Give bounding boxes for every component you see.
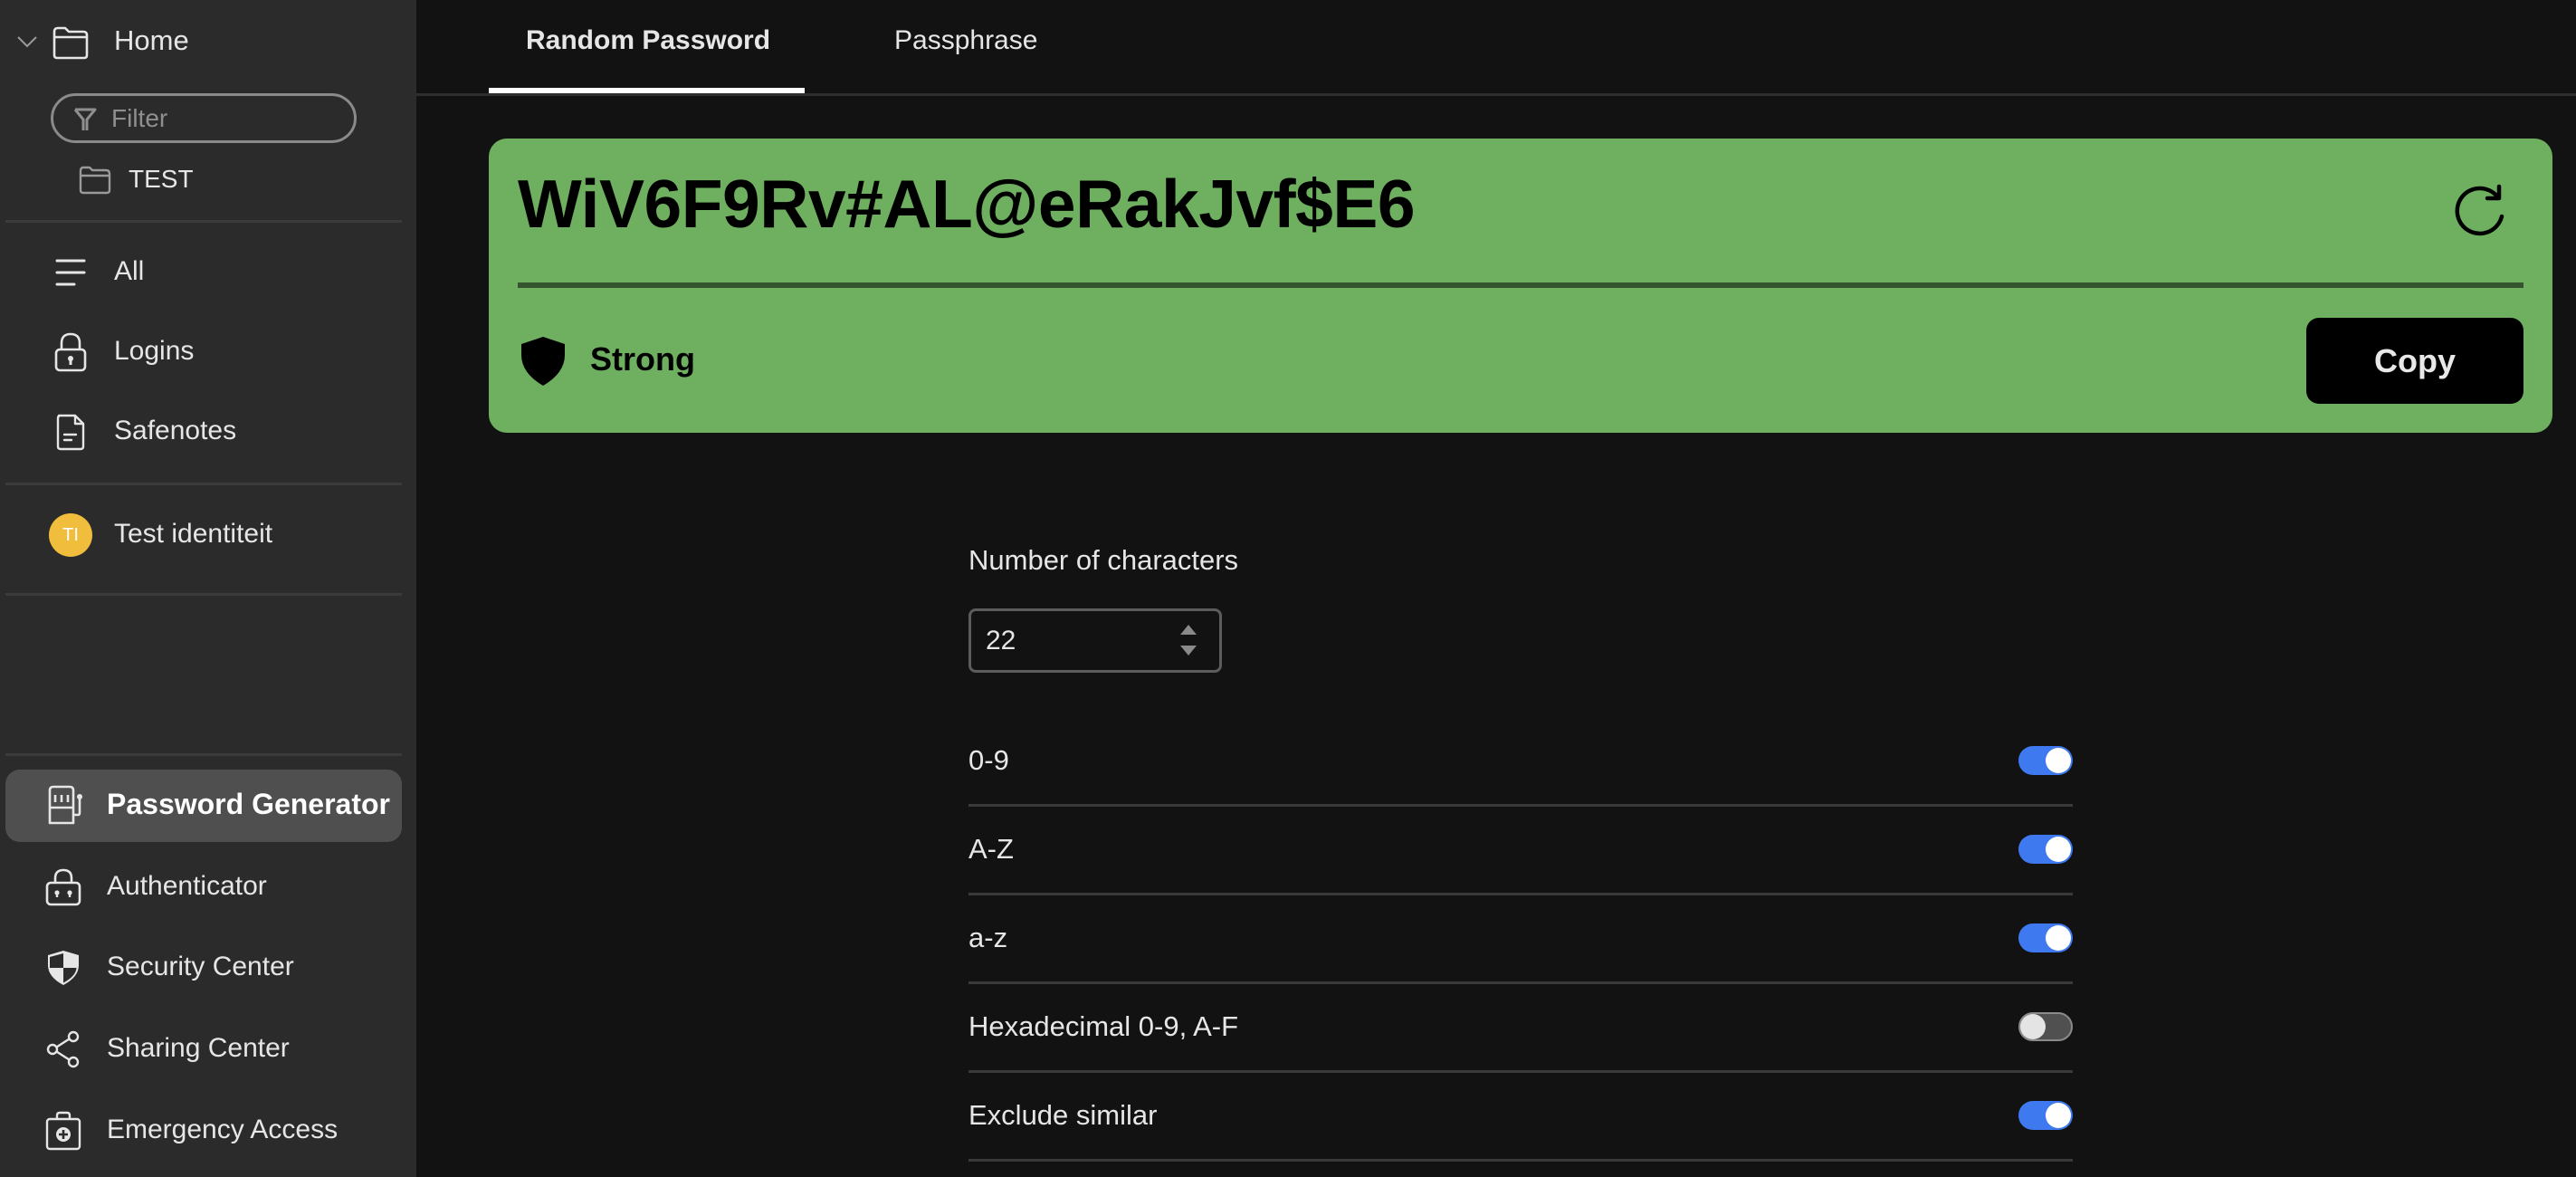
sidebar-item-label: All [114,256,145,286]
toggle-uppercase[interactable] [2018,835,2073,864]
sidebar-item-label: Sharing Center [107,1033,290,1063]
toggle-knob [2046,837,2071,862]
length-stepper[interactable] [968,608,1222,673]
toggle-hexadecimal[interactable] [2018,1012,2073,1041]
note-icon [54,413,87,451]
increment-arrow-icon[interactable] [1180,625,1197,635]
sidebar-item-label: Password Generator [107,788,390,820]
toggle-knob [2046,748,2071,773]
chevron-down-icon[interactable] [16,34,38,49]
generated-password[interactable]: WiV6F9Rv#AL@eRakJvf$E6 [518,163,1416,244]
avatar: TI [49,513,92,557]
decrement-arrow-icon[interactable] [1180,646,1197,655]
first-aid-kit-icon [44,1110,82,1152]
tab-random-password[interactable]: Random Password [526,24,770,58]
sidebar-item-label: Test identiteit [114,519,273,549]
sidebar: Home TEST All Logins Safenotes TI T [0,0,416,1177]
length-input[interactable] [986,624,1167,658]
option-row-exclude-similar: Exclude similar [968,1073,2073,1162]
option-label: A-Z [968,833,1014,865]
authenticator-lock-icon [44,866,82,908]
folder-icon [79,165,111,195]
sidebar-item-label: Authenticator [107,871,267,901]
option-label: Exclude similar [968,1099,1158,1131]
option-label: Hexadecimal 0-9, A-F [968,1010,1239,1042]
sidebar-folder-test[interactable]: TEST [129,163,194,196]
toggle-knob [2046,925,2071,951]
option-label: 0-9 [968,744,1009,776]
copy-button[interactable]: Copy [2306,318,2524,404]
sidebar-divider [5,483,402,485]
shield-icon [45,949,81,987]
slot-machine-icon [45,784,83,826]
lock-icon [53,331,88,373]
sidebar-divider [5,220,402,223]
sidebar-item-label: Emergency Access [107,1115,339,1144]
toggle-digits[interactable] [2018,746,2073,775]
option-row-hexadecimal: Hexadecimal 0-9, A-F [968,984,2073,1073]
sidebar-item-label: Security Center [107,952,294,981]
option-label: a-z [968,922,1008,953]
filter-input[interactable] [111,103,338,134]
toggle-knob [2046,1103,2071,1128]
length-label: Number of characters [968,544,1239,576]
tabbar-divider [416,93,2576,96]
sidebar-item-home[interactable]: Home [114,24,189,57]
strength-label: Strong [590,340,695,378]
share-icon [45,1030,81,1068]
shield-icon [520,335,567,388]
refresh-icon[interactable] [2451,182,2509,240]
toggle-lowercase[interactable] [2018,923,2073,952]
tab-passphrase[interactable]: Passphrase [894,24,1037,58]
filter-icon [72,106,98,133]
sidebar-divider [5,593,402,596]
row-divider [968,1159,2073,1162]
option-row-lowercase: a-z [968,895,2073,984]
sidebar-item-label: Safenotes [114,416,237,445]
list-icon [54,257,87,288]
filter-field[interactable] [51,93,357,143]
option-row-uppercase: A-Z [968,807,2073,895]
option-row-digits: 0-9 [968,718,2073,807]
toggle-knob [2020,1014,2046,1039]
strength-bar [518,282,2524,288]
sidebar-divider [5,753,402,756]
sidebar-item-label: Logins [114,336,195,366]
folder-icon [52,24,90,61]
toggle-exclude-similar[interactable] [2018,1101,2073,1130]
